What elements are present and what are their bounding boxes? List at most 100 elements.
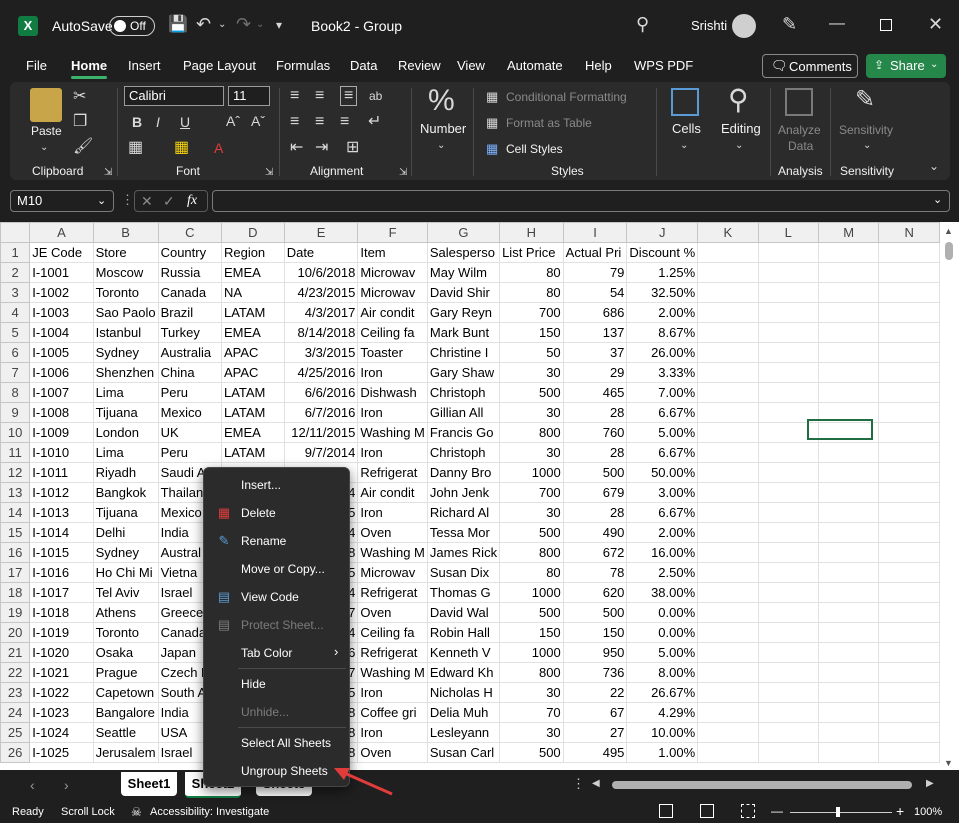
cell[interactable] — [878, 722, 940, 743]
cell[interactable] — [817, 582, 880, 603]
pen-icon[interactable]: ✎ — [782, 15, 797, 33]
cell[interactable]: I-1009 — [29, 422, 94, 443]
cell[interactable]: 6.67% — [626, 502, 699, 523]
cell[interactable]: Russia — [157, 262, 222, 283]
cell[interactable]: I-1007 — [29, 382, 94, 403]
cell[interactable] — [817, 602, 880, 623]
cell[interactable]: Refrigerat — [357, 582, 428, 603]
cell[interactable]: I-1011 — [29, 462, 94, 483]
cell[interactable] — [817, 682, 880, 703]
cell[interactable]: Lesleyann — [426, 722, 501, 743]
cell[interactable] — [697, 562, 759, 583]
cell[interactable]: 3.00% — [626, 482, 699, 503]
cell[interactable]: Item — [357, 242, 428, 263]
cell[interactable] — [697, 622, 759, 643]
row-header[interactable]: 2 — [0, 262, 31, 283]
share-dropdown-icon[interactable]: ⌄ — [930, 59, 938, 70]
avatar[interactable] — [732, 14, 756, 38]
sheet-tab-sheet1[interactable]: Sheet1 — [121, 772, 177, 796]
cell[interactable]: Moscow — [92, 262, 159, 283]
cell[interactable]: Mark Bunt — [426, 322, 501, 343]
cell[interactable]: 8.67% — [626, 322, 699, 343]
cell[interactable]: Actual Pri — [562, 242, 628, 263]
cell[interactable]: LATAM — [220, 442, 285, 463]
cell[interactable] — [757, 482, 819, 503]
cell[interactable]: 700 — [499, 482, 564, 503]
cell[interactable]: 1.25% — [626, 262, 699, 283]
row-header[interactable]: 15 — [0, 522, 31, 543]
cell[interactable]: I-1013 — [29, 502, 94, 523]
cell[interactable]: 760 — [562, 422, 628, 443]
scroll-right-icon[interactable]: ▶ — [926, 778, 934, 789]
cell[interactable]: 0.00% — [626, 622, 699, 643]
column-header-l[interactable]: L — [757, 222, 819, 243]
row-header[interactable]: 5 — [0, 322, 31, 343]
row-header[interactable]: 8 — [0, 382, 31, 403]
cell[interactable]: LATAM — [220, 302, 285, 323]
cell[interactable]: 78 — [562, 562, 628, 583]
cell[interactable] — [757, 462, 819, 483]
orientation-icon[interactable]: ab — [369, 88, 382, 104]
cell[interactable]: Christoph — [426, 382, 501, 403]
tab-help[interactable]: Help — [585, 58, 612, 73]
cell[interactable] — [817, 342, 880, 363]
cell[interactable]: 1000 — [499, 642, 564, 663]
cell[interactable]: Turkey — [157, 322, 222, 343]
cell[interactable]: Istanbul — [92, 322, 159, 343]
cell[interactable] — [878, 302, 940, 323]
tab-wps-pdf[interactable]: WPS PDF — [634, 58, 693, 73]
cell[interactable] — [697, 682, 759, 703]
bold-icon[interactable]: B — [132, 114, 142, 130]
cell[interactable]: Store — [92, 242, 159, 263]
cell[interactable] — [697, 302, 759, 323]
cell[interactable]: 500 — [562, 602, 628, 623]
cell[interactable]: Delhi — [92, 522, 159, 543]
cell[interactable] — [757, 542, 819, 563]
cell[interactable]: Microwav — [357, 262, 428, 283]
insert-function-button[interactable]: fx — [187, 193, 197, 209]
cell[interactable] — [757, 382, 819, 403]
cell[interactable]: Sao Paolo — [92, 302, 159, 323]
select-all-corner[interactable] — [0, 222, 31, 243]
row-header[interactable]: 3 — [0, 282, 31, 303]
cell[interactable]: I-1022 — [29, 682, 94, 703]
clipboard-launcher-icon[interactable]: ⇲ — [104, 165, 112, 181]
cell[interactable]: 3.33% — [626, 362, 699, 383]
customize-toolbar-icon[interactable]: ▾ — [276, 17, 282, 33]
cell[interactable]: 27 — [562, 722, 628, 743]
percent-icon[interactable]: % — [428, 86, 455, 116]
cell[interactable]: Washing M — [357, 662, 428, 683]
cell[interactable]: Iron — [357, 362, 428, 383]
tab-data[interactable]: Data — [350, 58, 377, 73]
minimize-icon[interactable]: — — [829, 16, 845, 32]
fill-color-icon[interactable]: ▦ — [174, 140, 189, 156]
cell[interactable] — [697, 282, 759, 303]
cell[interactable] — [878, 362, 940, 383]
cell[interactable] — [878, 402, 940, 423]
cell[interactable]: Washing M — [357, 542, 428, 563]
row-header[interactable]: 1 — [0, 242, 31, 263]
menu-ungroup-sheets[interactable]: Ungroup Sheets — [241, 764, 328, 778]
column-header-h[interactable]: H — [499, 222, 564, 243]
cell[interactable] — [757, 262, 819, 283]
cell[interactable]: Bangalore — [92, 702, 159, 723]
cell[interactable] — [697, 442, 759, 463]
cell[interactable]: Seattle — [92, 722, 159, 743]
page-break-view-icon[interactable] — [741, 804, 755, 818]
cell[interactable]: Refrigerat — [357, 642, 428, 663]
cell[interactable]: 8/14/2018 — [283, 322, 359, 343]
cell[interactable] — [697, 582, 759, 603]
cell[interactable] — [878, 382, 940, 403]
cell[interactable]: Christine I — [426, 342, 501, 363]
cell[interactable] — [817, 542, 880, 563]
row-header[interactable]: 19 — [0, 602, 31, 623]
cell[interactable]: Riyadh — [92, 462, 159, 483]
cell[interactable]: EMEA — [220, 322, 285, 343]
cell[interactable]: Shenzhen — [92, 362, 159, 383]
cell[interactable] — [697, 242, 759, 263]
row-header[interactable]: 6 — [0, 342, 31, 363]
cell[interactable]: Edward Kh — [426, 662, 501, 683]
cell[interactable] — [757, 582, 819, 603]
cell[interactable] — [817, 462, 880, 483]
cell[interactable] — [878, 682, 940, 703]
